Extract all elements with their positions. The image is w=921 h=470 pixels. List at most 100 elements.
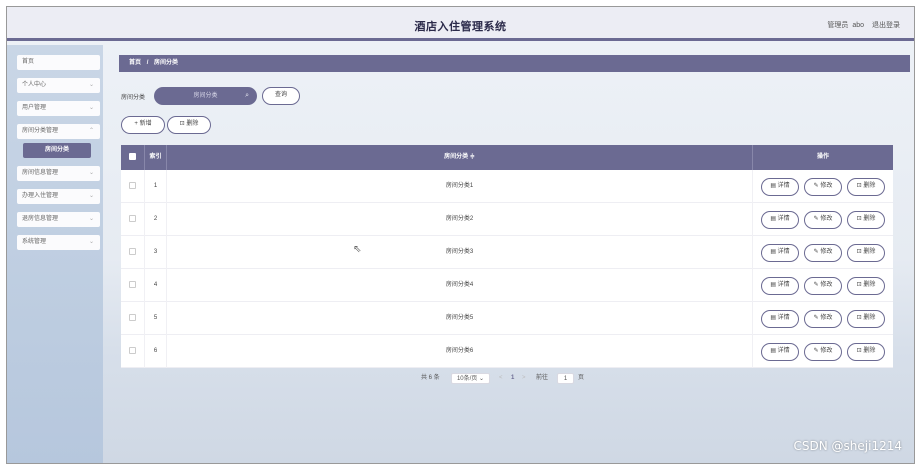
search-label: 房间分类: [121, 95, 146, 101]
delete-button[interactable]: ⊡ 删除: [847, 277, 885, 295]
sidebar-item-room-info-management[interactable]: 房间信息管理 ⌄: [17, 166, 100, 181]
row-actions: ▤ 详情 ✎ 修改 ⊡ 删除: [753, 236, 893, 269]
detail-button[interactable]: ▤ 详情: [761, 244, 799, 262]
search-icon: ⌕: [245, 92, 249, 99]
edit-button[interactable]: ✎ 修改: [804, 310, 842, 328]
page-number-current[interactable]: 1: [511, 373, 514, 383]
table-row: 6 房间分类6 ▤ 详情 ✎ 修改 ⊡ 删除: [121, 335, 893, 368]
sidebar-item-checkout-management[interactable]: 退房信息管理 ⌄: [17, 212, 100, 227]
row-room-category: 房间分类5: [167, 302, 753, 335]
goto-label: 前往: [536, 375, 549, 381]
table-row: 3 房间分类3 ▤ 详情 ✎ 修改 ⊡ 删除: [121, 236, 893, 269]
table-row: 2 房间分类2 ▤ 详情 ✎ 修改 ⊡ 删除: [121, 203, 893, 236]
search-button[interactable]: 查询: [262, 87, 300, 105]
delete-label: 删除: [863, 183, 876, 189]
document-icon: ▤: [770, 282, 778, 288]
delete-label: 删除: [863, 216, 876, 222]
detail-button[interactable]: ▤ 详情: [761, 277, 799, 295]
add-button[interactable]: + 新增: [121, 116, 165, 134]
sidebar-item-room-category-management[interactable]: 房间分类管理 ⌃: [17, 124, 100, 139]
delete-button[interactable]: ⊡ 删除: [847, 178, 885, 196]
row-checkbox[interactable]: [121, 236, 145, 269]
user-role: 管理员: [827, 22, 849, 29]
row-room-category: 房间分类4: [167, 269, 753, 302]
edit-button[interactable]: ✎ 修改: [804, 244, 842, 262]
delete-label: 删除: [863, 249, 876, 255]
goto-page-input[interactable]: 1: [557, 373, 574, 384]
search-input[interactable]: 房间分类 ⌕: [154, 87, 257, 105]
logout-link[interactable]: 退出登录: [872, 22, 900, 29]
delete-button[interactable]: ⊡ 删除: [847, 310, 885, 328]
user-area: 管理员 abo 退出登录: [821, 20, 900, 30]
chevron-down-icon: ⌄: [88, 239, 94, 245]
breadcrumb-separator: /: [146, 60, 149, 66]
edit-button[interactable]: ✎ 修改: [804, 211, 842, 229]
delete-button[interactable]: ⊡ 删除: [847, 343, 885, 361]
sidebar-item-label: 退房信息管理: [22, 216, 59, 222]
column-header-room-category[interactable]: 房间分类 ≑: [167, 145, 753, 170]
page-size-value: 10条/页: [456, 376, 478, 382]
detail-label: 详情: [777, 249, 790, 255]
delete-button[interactable]: ⊡ 删除: [847, 211, 885, 229]
edit-button[interactable]: ✎ 修改: [804, 178, 842, 196]
sidebar-item-label: 系统管理: [22, 239, 47, 245]
select-all-checkbox[interactable]: [121, 145, 145, 170]
table-row: 5 房间分类5 ▤ 详情 ✎ 修改 ⊡ 删除: [121, 302, 893, 335]
sidebar-item-label: 办理入住管理: [22, 193, 59, 199]
breadcrumb-current: 房间分类: [154, 60, 179, 66]
detail-button[interactable]: ▤ 详情: [761, 310, 799, 328]
data-table: 索引 房间分类 ≑ 操作 1 房间分类1 ▤ 详情 ✎ 修改 ⊡ 删除 2 房间…: [121, 145, 893, 368]
edit-button[interactable]: ✎ 修改: [804, 277, 842, 295]
row-index: 2: [145, 203, 167, 236]
sidebar-subitem-room-category[interactable]: 房间分类: [23, 143, 91, 158]
watermark: CSDN @sheji1214: [793, 439, 902, 453]
chevron-up-icon: ⌃: [88, 128, 94, 134]
detail-button[interactable]: ▤ 详情: [761, 211, 799, 229]
chevron-down-icon: ⌄: [88, 170, 94, 176]
sidebar-item-home[interactable]: 首页: [17, 55, 100, 70]
edit-label: 修改: [820, 348, 833, 354]
chevron-down-icon: ⌄: [88, 216, 94, 222]
detail-button[interactable]: ▤ 详情: [761, 343, 799, 361]
detail-button[interactable]: ▤ 详情: [761, 178, 799, 196]
sidebar-item-label: 首页: [22, 59, 35, 65]
delete-button[interactable]: ⊡ 删除: [847, 244, 885, 262]
row-room-category: 房间分类2: [167, 203, 753, 236]
table-header: 索引 房间分类 ≑ 操作: [121, 145, 893, 170]
row-actions: ▤ 详情 ✎ 修改 ⊡ 删除: [753, 170, 893, 203]
breadcrumb-home[interactable]: 首页: [129, 60, 141, 66]
document-icon: ▤: [770, 348, 778, 354]
document-icon: ▤: [770, 216, 778, 222]
row-checkbox[interactable]: [121, 302, 145, 335]
row-actions: ▤ 详情 ✎ 修改 ⊡ 删除: [753, 302, 893, 335]
row-checkbox[interactable]: [121, 335, 145, 368]
row-room-category: 房间分类6: [167, 335, 753, 368]
document-icon: ▤: [770, 249, 778, 255]
row-index: 4: [145, 269, 167, 302]
row-checkbox[interactable]: [121, 170, 145, 203]
edit-button[interactable]: ✎ 修改: [804, 343, 842, 361]
sidebar-item-system-management[interactable]: 系统管理 ⌄: [17, 235, 100, 250]
search-placeholder: 房间分类: [193, 93, 218, 99]
page-size-select[interactable]: 10条/页 ⌄: [451, 373, 490, 384]
table-row: 4 房间分类4 ▤ 详情 ✎ 修改 ⊡ 删除: [121, 269, 893, 302]
breadcrumb: 首页 / 房间分类: [119, 55, 910, 72]
row-actions: ▤ 详情 ✎ 修改 ⊡ 删除: [753, 269, 893, 302]
detail-label: 详情: [777, 183, 790, 189]
next-page-button[interactable]: >: [522, 373, 526, 383]
row-checkbox[interactable]: [121, 203, 145, 236]
delete-label: 删除: [863, 315, 876, 321]
batch-delete-button[interactable]: ⊡ 删除: [167, 116, 211, 134]
prev-page-button[interactable]: <: [499, 373, 503, 383]
row-actions: ▤ 详情 ✎ 修改 ⊡ 删除: [753, 203, 893, 236]
row-room-category: 房间分类1: [167, 170, 753, 203]
top-header: 酒店入住管理系统 管理员 abo 退出登录: [7, 7, 914, 41]
sidebar-item-checkin-management[interactable]: 办理入住管理 ⌄: [17, 189, 100, 204]
chevron-down-icon: ⌄: [478, 376, 485, 382]
sidebar-item-user-management[interactable]: 用户管理 ⌄: [17, 101, 100, 116]
sidebar-item-personal-center[interactable]: 个人中心 ⌄: [17, 78, 100, 93]
row-checkbox[interactable]: [121, 269, 145, 302]
row-index: 1: [145, 170, 167, 203]
edit-label: 修改: [820, 216, 833, 222]
detail-label: 详情: [777, 315, 790, 321]
